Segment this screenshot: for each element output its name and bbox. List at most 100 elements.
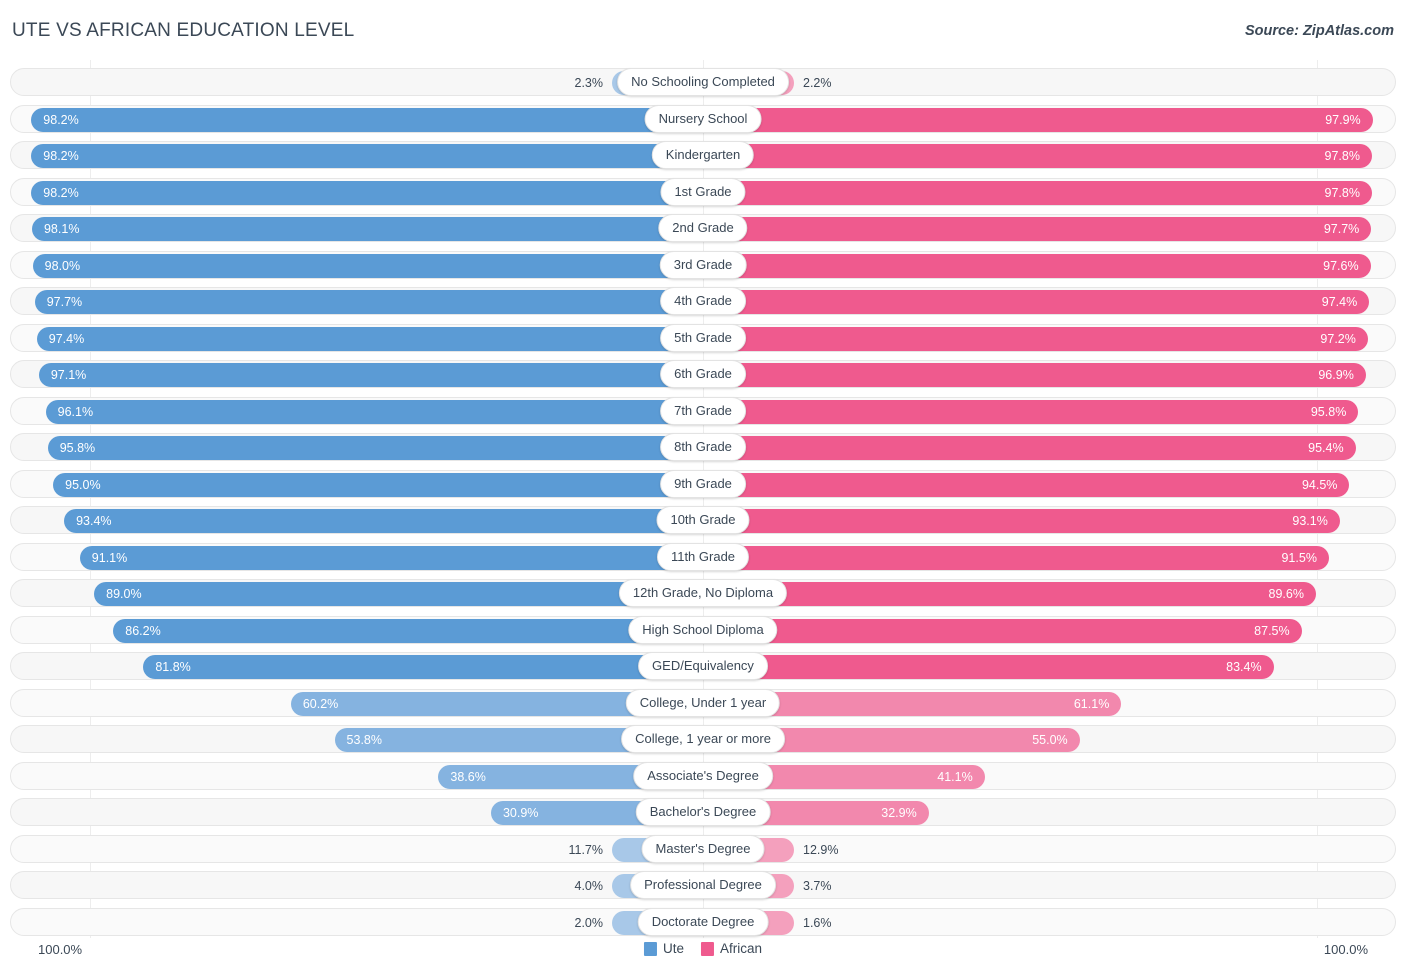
value-ute: 86.2% bbox=[125, 623, 161, 638]
chart-row: 98.0% 97.6% 3rd Grade bbox=[10, 250, 1396, 279]
row-label: Master's Degree bbox=[641, 834, 765, 863]
chart-row: 11.7% 12.9% Master's Degree bbox=[10, 834, 1396, 863]
row-label: 5th Grade bbox=[660, 323, 746, 352]
bar-african: 97.6% bbox=[704, 253, 1371, 278]
chart-row: 97.1% 96.9% 6th Grade bbox=[10, 360, 1396, 388]
chart-row: 81.8% 83.4% GED/Equivalency bbox=[10, 652, 1396, 680]
bar-ute: 96.1% bbox=[45, 399, 702, 424]
legend-swatch-icon bbox=[643, 941, 657, 956]
value-african: 91.5% bbox=[1281, 550, 1317, 565]
chart-row: 93.4% 93.1% 10th Grade bbox=[10, 506, 1396, 534]
row-label: Doctorate Degree bbox=[637, 907, 769, 936]
value-african: 96.9% bbox=[1318, 368, 1354, 382]
bar-african: 95.4% bbox=[704, 436, 1356, 460]
legend-item: Ute bbox=[643, 941, 684, 956]
value-ute: 53.8% bbox=[346, 733, 382, 747]
row-label: Associate's Degree bbox=[633, 761, 773, 790]
bar-ute: 97.4% bbox=[36, 326, 702, 351]
value-african: 12.9% bbox=[803, 842, 839, 857]
axis-label-right: 100.0% bbox=[1323, 942, 1368, 957]
chart-row: 98.2% 97.8% Kindergarten bbox=[10, 141, 1396, 169]
bar-ute: 98.2% bbox=[31, 144, 702, 168]
value-ute: 2.0% bbox=[574, 915, 604, 930]
bar-african: 87.5% bbox=[704, 618, 1302, 643]
chart-row: 98.2% 97.9% Nursery School bbox=[10, 104, 1396, 133]
legend-label: Ute bbox=[662, 941, 684, 956]
chart-footer: 100.0% 100.0% Ute African bbox=[0, 938, 1406, 975]
bar-ute: 86.2% bbox=[113, 618, 702, 643]
value-african: 95.4% bbox=[1308, 441, 1344, 455]
chart-row: 97.4% 97.2% 5th Grade bbox=[10, 323, 1396, 352]
value-african: 94.5% bbox=[1301, 477, 1338, 492]
value-ute: 89.0% bbox=[106, 587, 142, 601]
chart-row: 95.8% 95.4% 8th Grade bbox=[10, 433, 1396, 461]
page-header: UTE VS AFRICAN EDUCATION LEVEL Source: Z… bbox=[0, 0, 1406, 60]
bar-ute: 95.8% bbox=[47, 436, 702, 460]
value-african: 97.8% bbox=[1324, 149, 1360, 163]
legend-item: African bbox=[700, 941, 763, 956]
value-african: 97.9% bbox=[1325, 112, 1361, 127]
row-label: 3rd Grade bbox=[659, 250, 747, 279]
value-african: 97.4% bbox=[1321, 295, 1358, 309]
value-ute: 4.0% bbox=[574, 879, 604, 893]
source-attribution: Source: ZipAtlas.com bbox=[1244, 23, 1394, 39]
bar-african: 95.8% bbox=[704, 399, 1359, 424]
value-african: 32.9% bbox=[881, 806, 917, 820]
bar-ute: 93.4% bbox=[64, 509, 702, 533]
value-ute: 98.0% bbox=[44, 258, 81, 273]
chart-row: 91.1% 91.5% 11th Grade bbox=[10, 542, 1396, 571]
bar-african: 97.8% bbox=[704, 180, 1372, 205]
axis-label-left: 100.0% bbox=[38, 942, 83, 957]
value-african: 97.7% bbox=[1323, 222, 1360, 236]
value-african: 41.1% bbox=[937, 769, 973, 784]
value-ute: 97.4% bbox=[48, 331, 85, 346]
bar-ute: 98.1% bbox=[31, 217, 702, 241]
diverging-bar-chart: 2.3% 2.2% No Schooling Completed 98.2% 97.9%… bbox=[0, 60, 1406, 938]
chart-row: 60.2% 61.1% College, Under 1 year bbox=[10, 688, 1396, 717]
value-ute: 97.1% bbox=[50, 368, 87, 382]
value-african: 97.6% bbox=[1323, 258, 1359, 273]
value-african: 95.8% bbox=[1310, 404, 1347, 419]
value-african: 55.0% bbox=[1032, 733, 1068, 747]
value-african: 61.1% bbox=[1073, 696, 1110, 711]
chart-page: UTE VS AFRICAN EDUCATION LEVEL Source: Z… bbox=[0, 0, 1406, 975]
chart-row: 98.2% 97.8% 1st Grade bbox=[10, 177, 1396, 206]
value-african: 87.5% bbox=[1254, 623, 1290, 638]
value-african: 83.4% bbox=[1226, 660, 1262, 674]
chart-row: 2.0% 1.6% Doctorate Degree bbox=[10, 907, 1396, 936]
chart-row: 53.8% 55.0% College, 1 year or more bbox=[10, 725, 1396, 753]
row-label: 10th Grade bbox=[656, 506, 750, 534]
bar-african: 96.9% bbox=[704, 363, 1366, 387]
row-label: Bachelor's Degree bbox=[635, 798, 771, 826]
row-label: Professional Degree bbox=[630, 871, 776, 899]
value-ute: 97.7% bbox=[46, 295, 83, 309]
row-label: 2nd Grade bbox=[658, 214, 748, 242]
value-african: 93.1% bbox=[1292, 514, 1328, 528]
bar-ute: 97.7% bbox=[34, 290, 702, 314]
value-ute: 98.2% bbox=[43, 112, 79, 127]
legend-swatch-icon bbox=[700, 941, 714, 956]
bar-ute: 98.2% bbox=[31, 107, 702, 132]
legend-label: African bbox=[719, 941, 763, 956]
bar-african: 97.7% bbox=[704, 217, 1372, 241]
value-african: 1.6% bbox=[803, 915, 832, 930]
chart-row: 30.9% 32.9% Bachelor's Degree bbox=[10, 798, 1396, 826]
value-ute: 81.8% bbox=[155, 660, 191, 674]
chart-row: 86.2% 87.5% High School Diploma bbox=[10, 615, 1396, 644]
bar-african: 97.2% bbox=[704, 326, 1368, 351]
value-ute: 98.2% bbox=[43, 185, 79, 200]
row-label: College, Under 1 year bbox=[625, 688, 781, 717]
chart-row: 89.0% 89.6% 12th Grade, No Diploma bbox=[10, 579, 1396, 607]
bar-ute: 89.0% bbox=[94, 582, 702, 606]
value-ute: 30.9% bbox=[502, 806, 539, 820]
row-label: 4th Grade bbox=[660, 287, 746, 315]
chart-row: 2.3% 2.2% No Schooling Completed bbox=[10, 68, 1396, 96]
row-label: 1st Grade bbox=[660, 177, 746, 206]
bar-ute: 81.8% bbox=[143, 655, 702, 679]
bar-ute: 97.1% bbox=[38, 363, 702, 387]
chart-row: 4.0% 3.7% Professional Degree bbox=[10, 871, 1396, 899]
value-ute: 38.6% bbox=[450, 769, 486, 784]
row-label: High School Diploma bbox=[628, 615, 778, 644]
value-african: 2.2% bbox=[803, 76, 832, 90]
value-african: 3.7% bbox=[803, 879, 832, 893]
